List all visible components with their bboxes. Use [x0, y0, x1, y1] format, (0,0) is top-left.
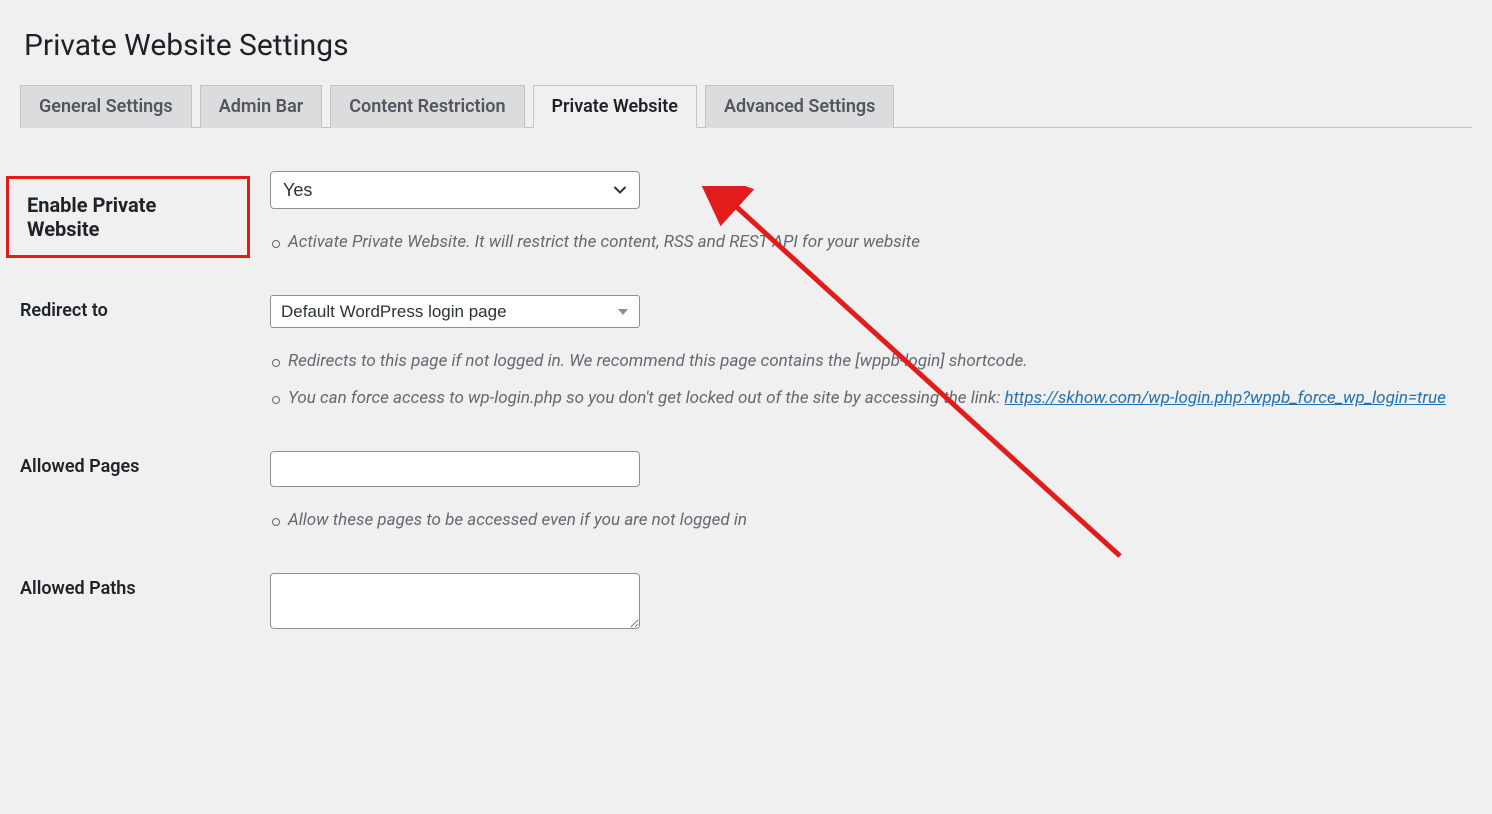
tab-advanced-settings[interactable]: Advanced Settings — [705, 85, 894, 128]
tab-general-settings[interactable]: General Settings — [20, 85, 192, 128]
redirect-description-2: You can force access to wp-login.php so … — [270, 385, 1462, 411]
page-title: Private Website Settings — [20, 0, 1472, 85]
enable-private-website-label: Enable Private Website — [6, 176, 250, 258]
settings-tabs: General Settings Admin Bar Content Restr… — [20, 85, 1472, 128]
redirect-to-label: Redirect to — [20, 280, 260, 436]
enable-private-website-select[interactable]: Yes — [270, 171, 640, 209]
tab-content-restriction[interactable]: Content Restriction — [330, 85, 524, 128]
allowed-pages-input[interactable] — [270, 451, 640, 487]
allowed-paths-label: Allowed Paths — [20, 558, 260, 648]
redirect-description-1: Redirects to this page if not logged in.… — [270, 348, 1462, 374]
allowed-pages-label: Allowed Pages — [20, 436, 260, 558]
tab-admin-bar[interactable]: Admin Bar — [200, 85, 323, 128]
allowed-pages-description: Allow these pages to be accessed even if… — [270, 507, 1462, 533]
redirect-to-select[interactable]: Default WordPress login page — [270, 295, 640, 328]
force-login-link[interactable]: https://skhow.com/wp-login.php?wppb_forc… — [1004, 388, 1445, 408]
tab-private-website[interactable]: Private Website — [533, 85, 697, 128]
settings-form-table: Enable Private Website Yes Activate Priv… — [20, 156, 1472, 648]
allowed-paths-textarea[interactable] — [270, 573, 640, 629]
enable-description: Activate Private Website. It will restri… — [270, 229, 1462, 255]
